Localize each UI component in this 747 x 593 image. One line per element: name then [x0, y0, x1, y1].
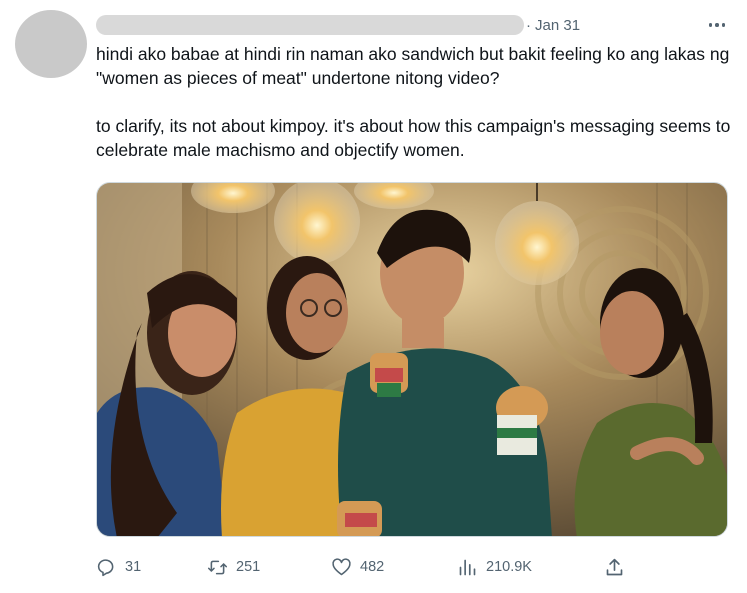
tweet-text: hindi ako babae at hindi rin naman ako s… [96, 42, 736, 162]
like-count: 482 [360, 559, 385, 575]
tweet-header: · Jan 31 [96, 14, 580, 36]
reply-button[interactable]: 31 [96, 552, 141, 582]
tweet-paragraph: hindi ako babae at hindi rin naman ako s… [96, 44, 730, 88]
retweet-count: 251 [236, 559, 261, 575]
reply-icon [97, 558, 114, 576]
views-button[interactable]: 210.9K [457, 552, 532, 582]
reply-count: 31 [125, 559, 142, 575]
view-count: 210.9K [486, 559, 532, 575]
more-icon[interactable] [702, 15, 732, 35]
separator-dot: · [526, 16, 531, 34]
avatar[interactable] [15, 10, 87, 78]
retweet-button[interactable]: 251 [207, 552, 260, 582]
tweet-paragraph: to clarify, its not about kimpoy. it's a… [96, 116, 731, 160]
tweet-actions: 31 251 482 210.9K [96, 552, 736, 582]
tweet-photo[interactable] [96, 182, 728, 537]
share-button[interactable] [604, 552, 625, 582]
views-icon [459, 559, 476, 575]
like-button[interactable]: 482 [331, 552, 384, 582]
share-icon [606, 558, 623, 575]
heart-icon [332, 557, 351, 575]
redacted-username[interactable] [96, 15, 524, 35]
tweet: · Jan 31 hindi ako babae at hindi rin na… [0, 0, 747, 593]
retweet-icon [207, 560, 228, 574]
tweet-date[interactable]: Jan 31 [535, 17, 580, 34]
